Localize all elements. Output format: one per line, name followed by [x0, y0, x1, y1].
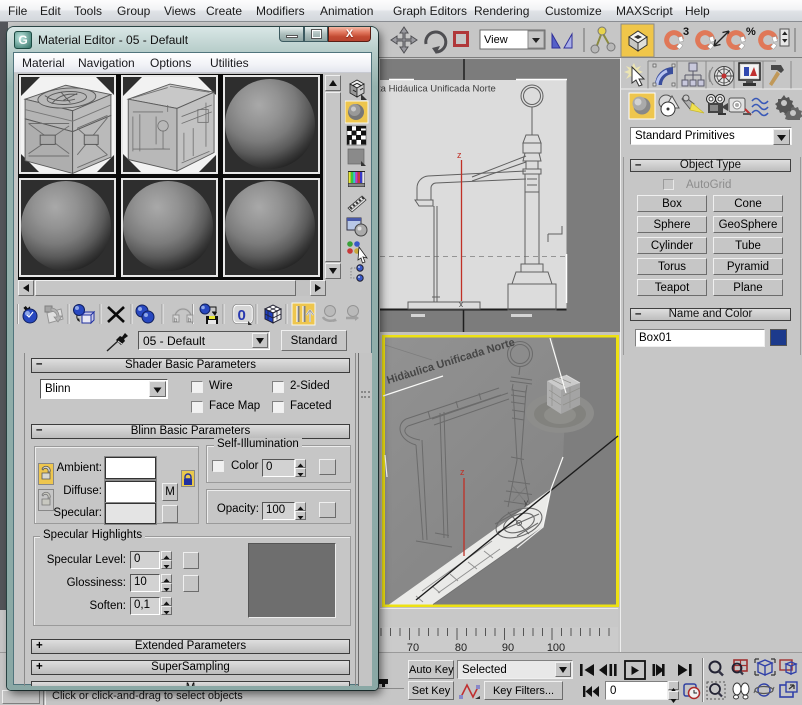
svg-text:Planta Hidáulica Unificada Nor: Planta Hidáulica Unificada Norte — [380, 84, 496, 95]
svg-text:y: y — [524, 498, 528, 507]
svg-text:x: x — [459, 300, 463, 309]
svg-text:View: View — [484, 34, 508, 46]
svg-text:z: z — [457, 150, 462, 160]
svg-text:3: 3 — [683, 26, 689, 38]
svg-text:%: % — [746, 26, 756, 38]
svg-text:z: z — [460, 467, 465, 477]
